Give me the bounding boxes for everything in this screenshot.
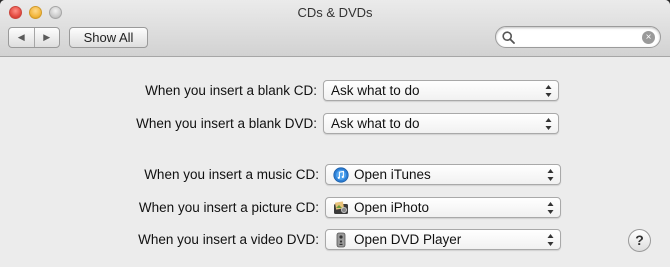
popup-value: Open iPhoto	[354, 200, 430, 215]
picture-cd-action-popup[interactable]: Open iPhoto	[325, 197, 561, 218]
blank-cd-action-popup[interactable]: Ask what to do	[323, 80, 559, 101]
forward-button[interactable]: ▶	[33, 28, 60, 47]
popup-arrows-icon	[545, 85, 552, 97]
setting-row-blank-dvd: When you insert a blank DVD:	[0, 113, 317, 135]
music-cd-action-popup[interactable]: Open iTunes	[325, 164, 561, 185]
itunes-icon	[333, 167, 349, 183]
popup-arrows-icon	[547, 202, 554, 214]
setting-label: When you insert a blank CD:	[145, 83, 317, 98]
search-field[interactable]: ×	[495, 26, 661, 48]
popup-value: Ask what to do	[331, 116, 420, 131]
setting-row-blank-cd: When you insert a blank CD:	[0, 80, 317, 102]
back-forward-control: ◀ ▶	[8, 27, 60, 48]
video-dvd-action-popup[interactable]: Open DVD Player	[325, 229, 561, 250]
forward-arrow-icon: ▶	[43, 32, 51, 42]
iphoto-icon	[334, 201, 348, 214]
back-button[interactable]: ◀	[9, 28, 34, 47]
window-title: CDs & DVDs	[297, 5, 373, 20]
popup-arrows-icon	[545, 118, 552, 130]
popup-value: Open iTunes	[354, 167, 431, 182]
setting-label: When you insert a video DVD:	[138, 232, 319, 247]
blank-dvd-action-popup[interactable]: Ask what to do	[323, 113, 559, 134]
search-icon	[502, 31, 515, 44]
back-arrow-icon: ◀	[17, 32, 25, 42]
search-input[interactable]	[518, 29, 638, 45]
help-button[interactable]: ?	[628, 229, 651, 252]
setting-label: When you insert a blank DVD:	[136, 116, 317, 131]
popup-arrows-icon	[547, 234, 554, 246]
setting-label: When you insert a picture CD:	[138, 200, 319, 215]
clear-search-icon[interactable]: ×	[642, 31, 655, 44]
setting-row-music-cd: When you insert a music CD:	[0, 164, 319, 186]
popup-arrows-icon	[547, 169, 554, 181]
setting-row-picture-cd: When you insert a picture CD:	[0, 197, 319, 219]
setting-row-video-dvd: When you insert a video DVD:	[0, 229, 319, 251]
titlebar: CDs & DVDs ◀ ▶ Show All ×	[0, 0, 670, 57]
popup-value: Ask what to do	[331, 83, 420, 98]
show-all-button[interactable]: Show All	[69, 27, 148, 48]
setting-label: When you insert a music CD:	[144, 167, 319, 182]
popup-value: Open DVD Player	[354, 232, 462, 247]
preferences-window: CDs & DVDs ◀ ▶ Show All × When you inser…	[0, 0, 670, 267]
dvd-player-icon	[336, 232, 346, 248]
